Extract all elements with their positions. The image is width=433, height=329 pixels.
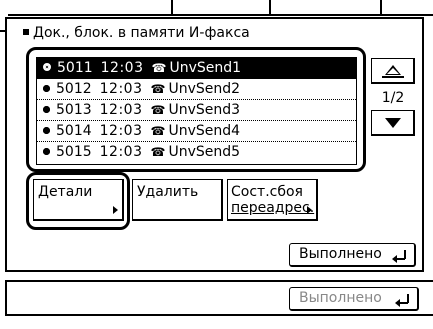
job-time: 12:03 <box>100 60 144 76</box>
done-button-label: Выполнено <box>299 246 382 262</box>
details-button[interactable]: Детали <box>33 179 124 221</box>
job-name: UnvSend5 <box>168 144 241 160</box>
job-id: 5014 <box>56 123 92 139</box>
selected-radio-icon <box>43 63 51 71</box>
delete-button[interactable]: Удалить <box>132 179 223 221</box>
radio-icon <box>43 148 50 155</box>
arrow-up-underline <box>382 76 404 78</box>
job-id: 5012 <box>56 81 92 97</box>
radio-icon <box>43 85 50 92</box>
job-time: 12:03 <box>99 81 143 97</box>
arrow-up-icon <box>385 65 401 75</box>
job-id: 5011 <box>57 60 93 76</box>
tab-divider <box>269 0 271 16</box>
title-bullet-icon <box>23 29 29 35</box>
job-id: 5013 <box>56 102 92 118</box>
delete-button-label: Удалить <box>137 184 199 200</box>
outer-done-button: Выполнено <box>289 287 419 311</box>
details-button-label: Детали <box>38 184 93 200</box>
job-id: 5015 <box>56 144 92 160</box>
dialog-side-notch <box>0 30 6 32</box>
arrow-down-icon <box>385 118 401 128</box>
job-name: UnvSend4 <box>168 123 241 139</box>
chevron-right-icon <box>113 206 118 214</box>
list-item[interactable]: 5014 12:03 ☎ UnvSend4 <box>37 121 356 142</box>
dialog-title-text: Док., блок. в памяти И-факса <box>33 25 250 41</box>
job-name: UnvSend1 <box>169 60 242 76</box>
page-indicator: 1/2 <box>381 90 405 106</box>
scroll-down-button[interactable] <box>371 110 415 136</box>
job-time: 12:03 <box>99 102 143 118</box>
job-time: 12:03 <box>99 123 143 139</box>
forward-error-label-line1: Сост.сбоя <box>231 184 303 200</box>
enter-icon <box>392 250 406 263</box>
dialog-title: Док., блок. в памяти И-факса <box>23 24 250 42</box>
send-job-icon: ☎ <box>150 103 166 117</box>
tab-strip <box>8 0 433 16</box>
job-name: UnvSend2 <box>168 81 241 97</box>
list-item[interactable]: 5013 12:03 ☎ UnvSend3 <box>37 100 356 121</box>
send-job-icon: ☎ <box>150 124 166 138</box>
list-item[interactable]: 5015 12:03 ☎ UnvSend5 <box>37 142 356 163</box>
send-job-icon: ☎ <box>150 82 166 96</box>
job-name: UnvSend3 <box>168 102 241 118</box>
send-job-icon: ☎ <box>151 61 167 75</box>
radio-icon <box>43 127 50 134</box>
list-item[interactable]: 5012 12:03 ☎ UnvSend2 <box>37 79 356 100</box>
tab-divider <box>380 0 382 16</box>
scroll-up-button[interactable] <box>371 58 415 84</box>
list-item[interactable]: 5011 12:03 ☎ UnvSend1 <box>37 58 356 79</box>
job-time: 12:03 <box>99 144 143 160</box>
send-job-icon: ☎ <box>150 145 166 159</box>
tab-divider <box>171 0 173 16</box>
done-button[interactable]: Выполнено <box>289 243 416 267</box>
chevron-right-icon <box>307 206 312 214</box>
radio-icon <box>43 106 50 113</box>
forward-error-label-line2: переадрес. <box>231 200 315 216</box>
outer-done-button-label: Выполнено <box>299 290 382 306</box>
forward-error-status-button[interactable]: Сост.сбоя переадрес. <box>227 179 318 221</box>
enter-icon <box>395 294 409 307</box>
